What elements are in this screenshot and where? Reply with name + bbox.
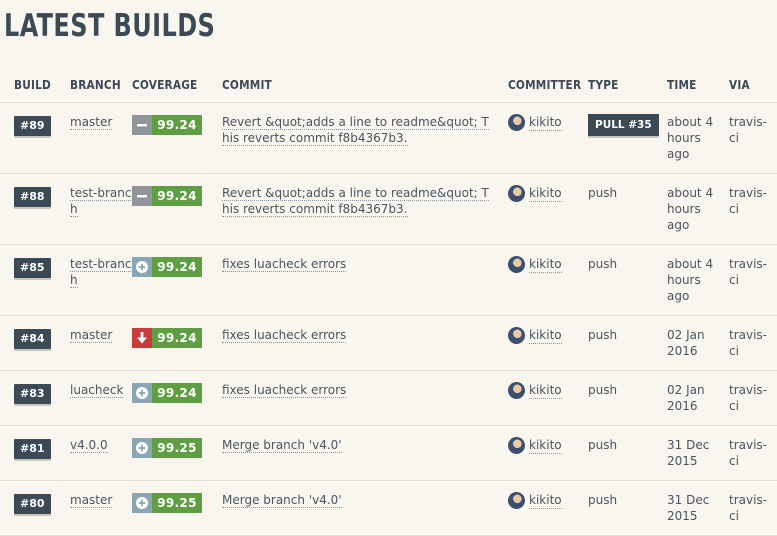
type-text: push — [588, 186, 618, 200]
type-text: push — [588, 493, 618, 507]
coverage-badge: 99.24 — [132, 257, 202, 277]
type-text: push — [588, 383, 618, 397]
build-via: travis-ci — [729, 493, 768, 523]
build-number-link[interactable]: #89 — [14, 116, 51, 136]
avatar — [508, 327, 525, 344]
build-number-link[interactable]: #81 — [14, 439, 51, 459]
type-badge[interactable]: PULL #35 — [588, 114, 659, 136]
build-time: 31 Dec 2015 — [667, 438, 710, 468]
avatar — [508, 437, 525, 454]
build-number-link[interactable]: #85 — [14, 258, 51, 278]
coverage-value: 99.24 — [152, 186, 202, 206]
build-via: travis-ci — [729, 115, 768, 145]
coverage-trend-same-icon — [132, 115, 152, 135]
build-number-link[interactable]: #84 — [14, 329, 51, 349]
type-text: push — [588, 328, 618, 342]
column-header-committer: COMMITTER — [508, 70, 588, 103]
build-number-link[interactable]: #88 — [14, 187, 51, 207]
column-header-via: VIA — [729, 70, 777, 103]
coverage-badge: 99.24 — [132, 186, 202, 206]
avatar — [508, 185, 525, 202]
coverage-value: 99.24 — [152, 115, 202, 135]
commit-message-link[interactable]: fixes luacheck errors — [222, 383, 347, 398]
coverage-value: 99.25 — [152, 438, 202, 458]
build-time: 02 Jan 2016 — [667, 328, 705, 358]
committer-link[interactable]: kikito — [529, 437, 562, 454]
avatar — [508, 492, 525, 509]
committer-link[interactable]: kikito — [529, 492, 562, 509]
commit-message-link[interactable]: fixes luacheck errors — [222, 257, 347, 272]
table-row: #88 test-branch 99.24 Revert &quot;adds … — [0, 173, 777, 245]
branch-link[interactable]: test-branch — [70, 186, 132, 217]
table-header-row: BUILD BRANCH COVERAGE COMMIT COMMITTER T… — [0, 70, 777, 103]
committer-link[interactable]: kikito — [529, 382, 562, 399]
build-via: travis-ci — [729, 186, 768, 216]
coverage-trend-up-icon — [132, 493, 152, 513]
column-header-build: BUILD — [0, 70, 70, 103]
coverage-trend-up-icon — [132, 383, 152, 403]
committer-link[interactable]: kikito — [529, 327, 562, 344]
commit-message-link[interactable]: Revert &quot;adds a line to readme&quot;… — [222, 115, 489, 146]
coverage-badge: 99.24 — [132, 115, 202, 135]
table-row: #80 master 99.25 Merge branch 'v4.0' kik… — [0, 480, 777, 536]
commit-message-link[interactable]: Revert &quot;adds a line to readme&quot;… — [222, 186, 489, 217]
coverage-trend-up-icon — [132, 257, 152, 277]
branch-link[interactable]: luacheck — [70, 383, 124, 398]
build-time: 02 Jan 2016 — [667, 383, 705, 413]
type-text: push — [588, 438, 618, 452]
avatar — [508, 256, 525, 273]
branch-link[interactable]: v4.0.0 — [70, 438, 108, 453]
build-number-link[interactable]: #83 — [14, 384, 51, 404]
coverage-badge: 99.24 — [132, 383, 202, 403]
coverage-value: 99.24 — [152, 328, 202, 348]
build-via: travis-ci — [729, 257, 768, 287]
column-header-branch: BRANCH — [70, 70, 132, 103]
commit-message-link[interactable]: fixes luacheck errors — [222, 328, 347, 343]
avatar — [508, 114, 525, 131]
page-title: LATEST BUILDS — [4, 8, 216, 44]
build-time: about 4 hours ago — [667, 186, 714, 232]
column-header-coverage: COVERAGE — [132, 70, 222, 103]
coverage-badge: 99.25 — [132, 438, 202, 458]
build-via: travis-ci — [729, 438, 768, 468]
committer-link[interactable]: kikito — [529, 256, 562, 273]
column-header-commit: COMMIT — [222, 70, 508, 103]
build-time: 31 Dec 2015 — [667, 493, 710, 523]
commit-message-link[interactable]: Merge branch 'v4.0' — [222, 493, 342, 508]
table-row: #83 luacheck 99.24 fixes luacheck errors… — [0, 370, 777, 426]
commit-message-link[interactable]: Merge branch 'v4.0' — [222, 438, 342, 453]
coverage-badge: 99.24 — [132, 328, 202, 348]
column-header-time: TIME — [667, 70, 729, 103]
table-row: #85 test-branch 99.24 fixes luacheck err… — [0, 244, 777, 316]
builds-table: BUILD BRANCH COVERAGE COMMIT COMMITTER T… — [0, 70, 777, 536]
type-text: push — [588, 257, 618, 271]
branch-link[interactable]: master — [70, 328, 113, 343]
coverage-trend-down-icon — [132, 328, 152, 348]
table-row: #84 master 99.24 fixes luacheck errors k… — [0, 315, 777, 371]
build-time: about 4 hours ago — [667, 257, 714, 303]
branch-link[interactable]: master — [70, 115, 113, 130]
avatar — [508, 382, 525, 399]
coverage-value: 99.24 — [152, 257, 202, 277]
build-via: travis-ci — [729, 328, 768, 358]
coverage-trend-same-icon — [132, 186, 152, 206]
build-via: travis-ci — [729, 383, 768, 413]
committer-link[interactable]: kikito — [529, 185, 562, 202]
column-header-type: TYPE — [588, 70, 667, 103]
branch-link[interactable]: test-branch — [70, 257, 132, 288]
coverage-value: 99.24 — [152, 383, 202, 403]
build-time: about 4 hours ago — [667, 115, 714, 161]
coverage-badge: 99.25 — [132, 493, 202, 513]
committer-link[interactable]: kikito — [529, 114, 562, 131]
table-row: #81 v4.0.0 99.25 Merge branch 'v4.0' kik… — [0, 425, 777, 481]
branch-link[interactable]: master — [70, 493, 113, 508]
table-row: #89 master 99.24 Revert &quot;adds a lin… — [0, 102, 777, 174]
coverage-trend-up-icon — [132, 438, 152, 458]
coverage-value: 99.25 — [152, 493, 202, 513]
build-number-link[interactable]: #80 — [14, 494, 51, 514]
